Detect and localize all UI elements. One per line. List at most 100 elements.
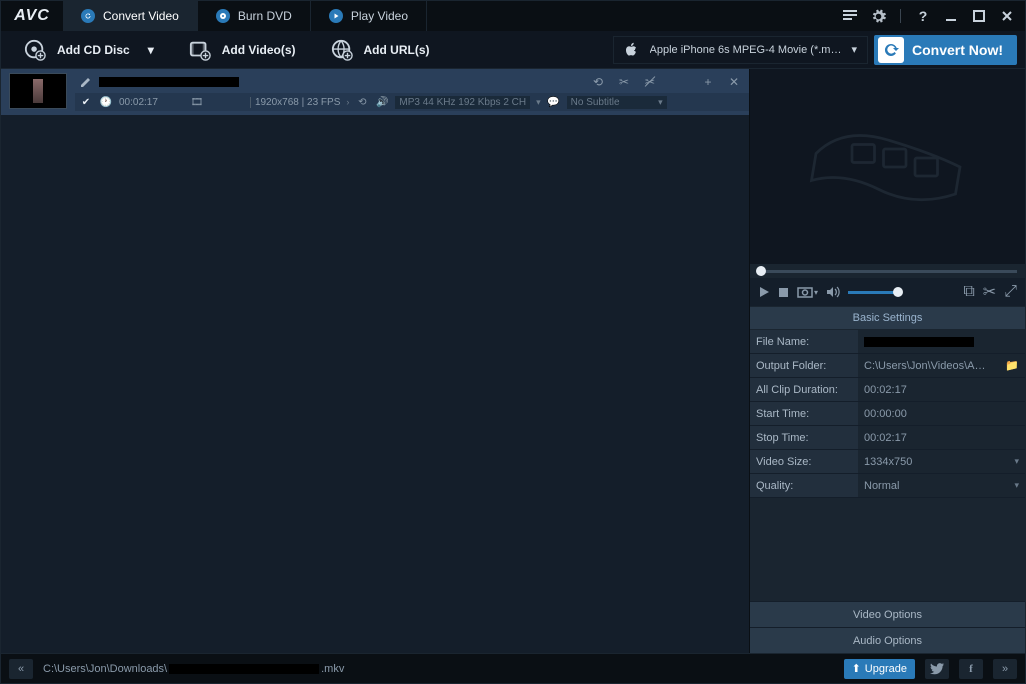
preview-pane <box>750 69 1025 264</box>
maximize-button[interactable] <box>969 6 989 26</box>
disc-icon <box>216 9 230 23</box>
add-cd-disc-button[interactable]: Add CD Disc ▾ <box>9 36 168 64</box>
volume-button[interactable] <box>826 286 840 298</box>
preview-controls: ▾ ⧉ ✂ ⤢ <box>750 278 1025 306</box>
chevron-down-icon[interactable]: ▾ <box>536 97 541 108</box>
sidebar: ▾ ⧉ ✂ ⤢ Basic Settings File Name: Output… <box>750 69 1025 653</box>
tab-label: Burn DVD <box>238 9 292 23</box>
play-icon <box>329 9 343 23</box>
add-urls-button[interactable]: Add URL(s) <box>316 36 444 64</box>
checkbox[interactable]: ✔ <box>79 95 93 109</box>
film-strip-icon <box>798 117 978 217</box>
collapse-left-button[interactable]: « <box>9 659 33 679</box>
file-info-row: ✔ 🕐 00:02:17 🎞 1920x768 | 23 FPS › ⟲ 🔊 M… <box>75 93 749 111</box>
setting-quality: Quality: Normal▾ <box>750 474 1025 498</box>
no-cut-icon[interactable]: ✂ <box>643 75 657 89</box>
add-videos-button[interactable]: Add Video(s) <box>174 36 310 64</box>
gear-icon[interactable] <box>868 6 888 26</box>
audio-icon: 🔊 <box>375 95 389 109</box>
menu-icon[interactable] <box>840 6 860 26</box>
separator <box>900 9 901 23</box>
file-title-row: ⟲ ✂ ✂ + ✕ <box>75 73 749 93</box>
titlebar: AVC Convert Video Burn DVD Play Video ? <box>1 1 1025 31</box>
close-icon[interactable]: ✕ <box>727 75 741 89</box>
audio-options-header[interactable]: Audio Options <box>750 627 1025 653</box>
stop-time-value[interactable]: 00:02:17 <box>858 426 1025 449</box>
setting-file-name: File Name: <box>750 330 1025 354</box>
app-window: AVC Convert Video Burn DVD Play Video ? <box>0 0 1026 684</box>
start-time-value[interactable]: 00:00:00 <box>858 402 1025 425</box>
cut-icon[interactable]: ✂ <box>983 282 996 302</box>
setting-all-clip-duration: All Clip Duration: 00:02:17 <box>750 378 1025 402</box>
stop-button[interactable] <box>778 287 789 298</box>
disc-add-icon <box>23 38 47 62</box>
add-icon[interactable]: + <box>701 75 715 89</box>
status-path: C:\Users\Jon\Downloads\.mkv <box>43 663 834 675</box>
subtitle-select[interactable]: No Subtitle▾ <box>567 96 667 109</box>
tab-burn-dvd[interactable]: Burn DVD <box>198 1 311 31</box>
all-clip-value: 00:02:17 <box>858 378 1025 401</box>
subtitle-icon: 💬 <box>547 95 561 109</box>
window-controls: ? <box>840 1 1025 31</box>
chevron-down-icon: ▾ <box>148 43 154 57</box>
edit-icon[interactable] <box>79 75 93 89</box>
refresh-icon[interactable]: ⟲ <box>591 75 605 89</box>
sync-icon <box>878 37 904 63</box>
apple-icon <box>624 42 640 58</box>
video-options-header[interactable]: Video Options <box>750 601 1025 627</box>
main-tabs: Convert Video Burn DVD Play Video <box>63 1 840 31</box>
setting-output-folder: Output Folder: C:\Users\Jon\Videos\A…📁 <box>750 354 1025 378</box>
file-list-pane: ⟲ ✂ ✂ + ✕ ✔ 🕐 00:02:17 <box>1 69 750 653</box>
audio-info[interactable]: MP3 44 KHz 192 Kbps 2 CH <box>395 96 530 109</box>
button-label: Add URL(s) <box>364 43 430 57</box>
setting-start-time: Start Time: 00:00:00 <box>750 402 1025 426</box>
facebook-button[interactable]: f <box>959 659 983 679</box>
button-label: Add CD Disc <box>57 43 130 57</box>
collapse-right-button[interactable]: » <box>993 659 1017 679</box>
chevron-right-icon[interactable]: › <box>346 97 349 107</box>
tab-label: Play Video <box>351 9 408 23</box>
button-label: Convert Now! <box>912 42 1003 58</box>
main-area: ⟲ ✂ ✂ + ✕ ✔ 🕐 00:02:17 <box>1 69 1025 653</box>
snapshot-button[interactable]: ▾ <box>797 286 818 298</box>
film-add-icon <box>188 38 212 62</box>
video-thumbnail[interactable] <box>9 73 67 109</box>
close-button[interactable] <box>997 6 1017 26</box>
quality-select[interactable]: Normal▾ <box>858 474 1025 497</box>
profile-label: Apple iPhone 6s MPEG-4 Movie (*.m… <box>650 44 842 56</box>
output-folder-value[interactable]: C:\Users\Jon\Videos\A…📁 <box>858 354 1025 377</box>
refresh-icon <box>81 9 95 23</box>
twitter-button[interactable] <box>925 659 949 679</box>
clock-icon: 🕐 <box>99 95 113 109</box>
output-profile-select[interactable]: Apple iPhone 6s MPEG-4 Movie (*.m… ▾ <box>613 36 869 64</box>
play-button[interactable] <box>758 286 770 298</box>
codec-redacted <box>210 98 244 106</box>
video-size-select[interactable]: 1334x750▾ <box>858 450 1025 473</box>
tab-convert-video[interactable]: Convert Video <box>63 1 198 31</box>
preview-seek-bar[interactable] <box>750 264 1025 278</box>
link-icon[interactable]: ⧉ <box>963 283 974 301</box>
volume-handle[interactable] <box>893 287 903 297</box>
cut-icon[interactable]: ✂ <box>617 75 631 89</box>
fullscreen-icon[interactable]: ⤢ <box>1004 283 1017 301</box>
refresh-small-icon[interactable]: ⟲ <box>355 95 369 109</box>
minimize-button[interactable] <box>941 6 961 26</box>
setting-stop-time: Stop Time: 00:02:17 <box>750 426 1025 450</box>
file-name-value[interactable] <box>858 330 1025 353</box>
setting-video-size: Video Size: 1334x750▾ <box>750 450 1025 474</box>
basic-settings-header[interactable]: Basic Settings <box>750 306 1025 330</box>
seek-handle[interactable] <box>756 266 766 276</box>
toolbar: Add CD Disc ▾ Add Video(s) Add URL(s) Ap… <box>1 31 1025 69</box>
folder-icon[interactable]: 📁 <box>1005 359 1019 372</box>
basic-settings-body: File Name: Output Folder: C:\Users\Jon\V… <box>750 330 1025 498</box>
tab-play-video[interactable]: Play Video <box>311 1 427 31</box>
volume-slider[interactable] <box>848 291 898 294</box>
globe-add-icon <box>330 38 354 62</box>
help-icon[interactable]: ? <box>913 6 933 26</box>
film-icon: 🎞 <box>190 95 204 109</box>
convert-now-button[interactable]: Convert Now! <box>874 35 1017 65</box>
statusbar: « C:\Users\Jon\Downloads\.mkv ⬆ Upgrade … <box>1 653 1025 683</box>
upgrade-button[interactable]: ⬆ Upgrade <box>844 659 915 679</box>
tab-label: Convert Video <box>103 9 179 23</box>
file-item[interactable]: ⟲ ✂ ✂ + ✕ ✔ 🕐 00:02:17 <box>1 69 749 115</box>
